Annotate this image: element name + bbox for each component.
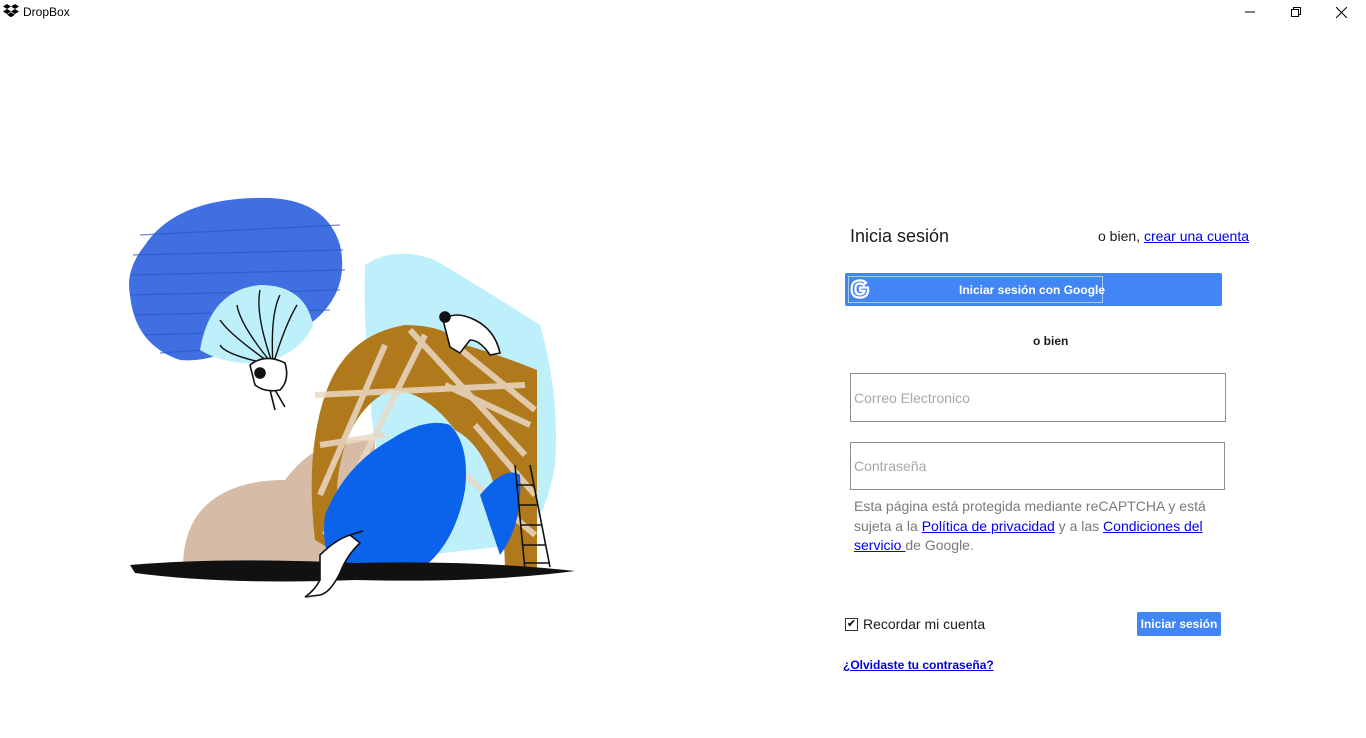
email-field-wrapper [850,373,1226,422]
password-field[interactable] [851,443,1224,489]
remember-me-row: ✔ Recordar mi cuenta [845,616,985,632]
login-illustration [129,197,575,598]
remember-me-checkbox[interactable]: ✔ [845,617,858,631]
email-field[interactable] [851,374,1225,421]
password-field-wrapper [850,442,1225,490]
remember-me-label[interactable]: Recordar mi cuenta [863,616,985,632]
or-divider: o bien [1033,334,1069,348]
create-account-row: o bien, crear una cuenta [1098,228,1249,244]
page-title: Inicia sesión [850,226,950,246]
privacy-policy-link[interactable]: Política de privacidad [922,518,1055,534]
recaptcha-text-3: de Google. [905,537,974,553]
minimize-button[interactable] [1227,0,1273,24]
parachuting-person [249,357,288,411]
minimize-icon [1245,11,1255,13]
google-signin-button[interactable]: Iniciar sesión con Google [845,273,1222,306]
title-bar: DropBox [0,0,1366,24]
google-signin-label: Iniciar sesión con Google [959,283,1106,297]
alt-prefix: o bien, [1098,228,1141,244]
close-button[interactable] [1318,0,1364,24]
recaptcha-notice: Esta página está protegida mediante reCA… [854,497,1224,556]
create-account-link[interactable]: crear una cuenta [1144,228,1249,244]
close-icon [1335,6,1347,18]
forgot-password-link[interactable]: ¿Olvidaste tu contraseña? [843,658,994,672]
restore-icon [1291,7,1301,17]
recaptcha-text-2: y a las [1054,517,1104,534]
checkmark-icon: ✔ [846,617,857,630]
dropbox-icon [3,4,19,18]
google-g-icon [850,279,870,299]
signin-button[interactable]: Iniciar sesión [1137,612,1221,636]
window-title: DropBox [23,5,70,19]
restore-button[interactable] [1273,0,1319,24]
